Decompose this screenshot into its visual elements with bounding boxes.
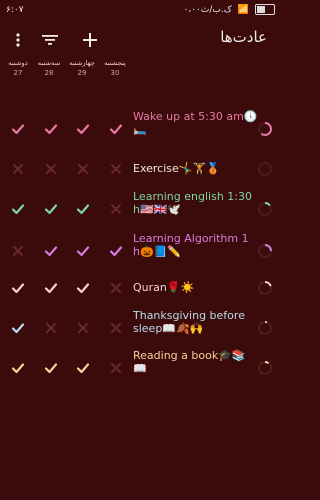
- x-icon[interactable]: [43, 320, 59, 336]
- check-icon[interactable]: [75, 360, 91, 376]
- x-icon[interactable]: [108, 360, 124, 376]
- x-icon[interactable]: [75, 161, 91, 177]
- check-icon[interactable]: [10, 360, 26, 376]
- habit-name[interactable]: Thanksgiving before sleep📖🍂🙌: [133, 309, 258, 335]
- add-habit-button[interactable]: [80, 30, 100, 50]
- habit-name[interactable]: Learning Algorithm 1 h🎃📘✏️: [133, 232, 258, 258]
- habit-name[interactable]: Wake up at 5:30 am🕔🛏️: [133, 110, 258, 136]
- x-icon[interactable]: [43, 161, 59, 177]
- days-header: دوشنبه 27 سه‌شنبه 28 چهارشنبه 29 پنجشنبه 30: [0, 58, 281, 88]
- habit-name[interactable]: Quran🌹☀️: [133, 281, 258, 294]
- check-icon[interactable]: [10, 280, 26, 296]
- check-icon[interactable]: [43, 201, 59, 217]
- day-column-4: پنجشنبه 30: [104, 59, 126, 77]
- progress-ring: [258, 243, 272, 258]
- check-icon[interactable]: [108, 243, 124, 259]
- progress-ring: [258, 161, 272, 176]
- check-icon[interactable]: [108, 121, 124, 137]
- habit-row[interactable]: Reading a book🎓📚📖: [0, 343, 281, 393]
- x-icon[interactable]: [10, 243, 26, 259]
- app-bar: عادت‌ها: [0, 22, 281, 58]
- status-bar: ۶:۰۷ ۰،۰۰ک.ب/ث 📶: [0, 0, 281, 22]
- x-icon[interactable]: [108, 161, 124, 177]
- battery-icon: [255, 4, 275, 15]
- check-icon[interactable]: [10, 320, 26, 336]
- wifi-icon: 📶: [237, 4, 249, 15]
- progress-ring: [258, 320, 272, 335]
- day-column-3: چهارشنبه 29: [69, 59, 95, 77]
- day-column-1: دوشنبه 27: [8, 59, 28, 77]
- check-icon[interactable]: [10, 121, 26, 137]
- habit-name[interactable]: Exercise🤸‍♂️🏋️🥉: [133, 162, 258, 175]
- x-icon[interactable]: [75, 320, 91, 336]
- check-icon[interactable]: [75, 121, 91, 137]
- check-icon[interactable]: [43, 243, 59, 259]
- progress-ring: [258, 280, 272, 295]
- day-column-2: سه‌شنبه 28: [37, 59, 61, 77]
- progress-ring: [258, 121, 272, 136]
- more-options-icon[interactable]: [8, 30, 28, 50]
- page-title: عادت‌ها: [220, 28, 267, 46]
- check-icon[interactable]: [75, 201, 91, 217]
- x-icon[interactable]: [108, 201, 124, 217]
- habit-name[interactable]: Reading a book🎓📚📖: [133, 349, 258, 375]
- progress-ring: [258, 360, 272, 375]
- check-icon[interactable]: [43, 121, 59, 137]
- x-icon[interactable]: [108, 280, 124, 296]
- progress-ring: [258, 201, 272, 216]
- x-icon[interactable]: [108, 320, 124, 336]
- check-icon[interactable]: [10, 201, 26, 217]
- check-icon[interactable]: [75, 280, 91, 296]
- check-icon[interactable]: [75, 243, 91, 259]
- status-right: ۰،۰۰ک.ب/ث 📶: [183, 4, 275, 15]
- check-icon[interactable]: [43, 280, 59, 296]
- network-speed: ۰،۰۰ک.ب/ث: [183, 4, 232, 15]
- x-icon[interactable]: [10, 161, 26, 177]
- status-time: ۶:۰۷: [6, 5, 24, 15]
- check-icon[interactable]: [43, 360, 59, 376]
- filter-icon[interactable]: [40, 30, 60, 50]
- habit-name[interactable]: Learning english 1:30 h🇺🇸🇬🇧🕊️: [133, 190, 258, 216]
